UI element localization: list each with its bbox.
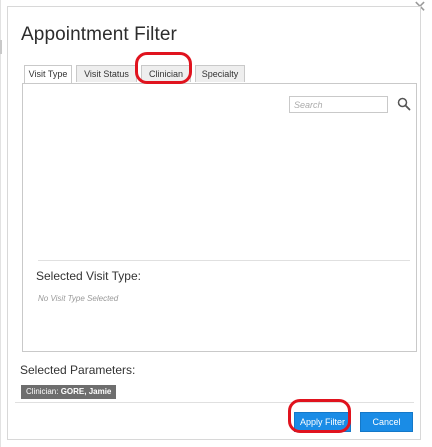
- appointment-filter-dialog: Appointment Filter Visit Type Visit Stat…: [7, 6, 421, 440]
- tab-clinician[interactable]: Clinician: [141, 65, 191, 82]
- search-input[interactable]: [289, 96, 388, 113]
- selected-parameters-heading: Selected Parameters:: [20, 363, 136, 377]
- chip-value: GORE, Jamie: [60, 387, 112, 396]
- apply-filter-button[interactable]: Apply Filter: [294, 412, 351, 432]
- visit-type-panel: Selected Visit Type: No Visit Type Selec…: [22, 83, 417, 352]
- selected-visit-type-heading: Selected Visit Type:: [36, 269, 141, 283]
- page: ✕ Appointment Filter Visit Type Visit St…: [0, 0, 432, 447]
- tab-visit-type[interactable]: Visit Type: [24, 65, 72, 83]
- window-edge: [0, 0, 1, 447]
- clinician-parameter-chip[interactable]: Clinician: GORE, Jamie: [21, 385, 117, 399]
- cancel-button[interactable]: Cancel: [360, 412, 413, 432]
- search-icon[interactable]: [397, 97, 411, 111]
- chip-prefix: Clinician:: [26, 387, 61, 396]
- dialog-title: Appointment Filter: [21, 24, 177, 45]
- window-edge-tick: [0, 40, 2, 54]
- panel-divider: [38, 260, 410, 261]
- tab-visit-status[interactable]: Visit Status: [76, 65, 137, 82]
- tab-specialty[interactable]: Specialty: [195, 65, 245, 82]
- no-visit-type-note: No Visit Type Selected: [38, 294, 119, 303]
- footer-divider: [15, 402, 414, 403]
